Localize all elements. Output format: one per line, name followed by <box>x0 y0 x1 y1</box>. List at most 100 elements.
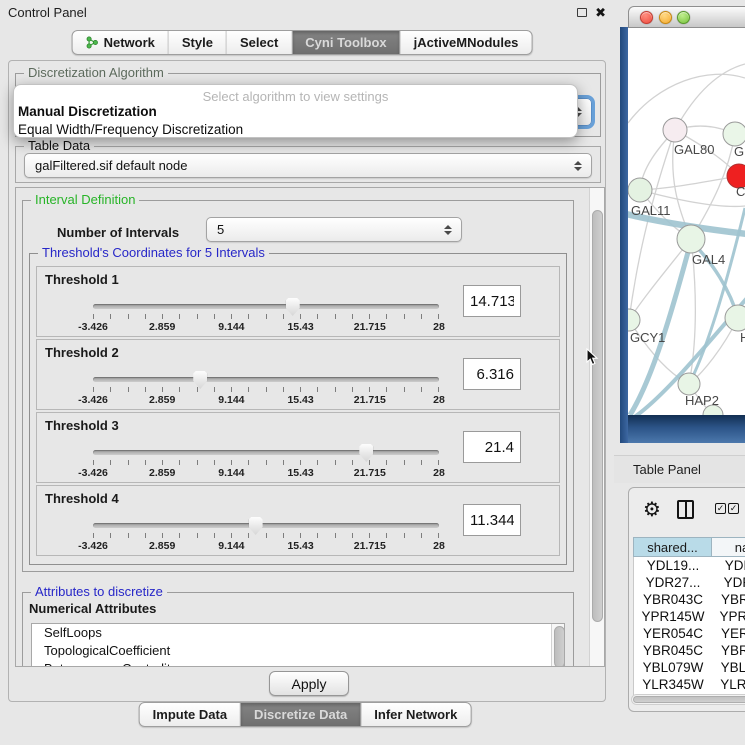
tick-mark <box>438 460 439 465</box>
tick-mark <box>352 533 353 538</box>
gear-icon[interactable]: ⚙ <box>643 497 661 522</box>
table-cell[interactable]: YER054C <box>634 625 712 642</box>
tick-mark <box>300 387 301 392</box>
tick-mark <box>248 460 249 465</box>
list-item[interactable]: BetweennessCentrality <box>32 660 564 667</box>
tab-label: Network <box>104 35 155 50</box>
table-cell[interactable]: YDR27... <box>634 574 712 591</box>
minimize-traffic-light-icon[interactable] <box>659 11 672 24</box>
columns-icon[interactable] <box>677 500 694 519</box>
table-cell[interactable]: YBR045C <box>712 642 745 659</box>
tab-network[interactable]: Network <box>73 31 169 54</box>
tick-mark <box>145 533 146 538</box>
slider-tick-labels: -3.4262.8599.14415.4321.71528 <box>93 467 439 480</box>
tab-jactivemnodules[interactable]: jActiveMNodules <box>401 31 532 54</box>
scrollbar-thumb[interactable] <box>554 626 565 667</box>
list-item[interactable]: TopologicalCoefficient <box>32 642 564 660</box>
float-window-icon[interactable] <box>577 8 587 17</box>
tick-mark <box>283 533 284 538</box>
table-row[interactable]: YPR145WYPR145W <box>634 608 745 625</box>
table-row[interactable]: YDL19...YDL19... <box>634 557 745 574</box>
table-row[interactable]: YBL079WYBL079W <box>634 659 745 676</box>
table-cell[interactable]: YPR145W <box>712 608 745 625</box>
tab-label: Discretize Data <box>254 707 347 722</box>
node-label: GCY1 <box>630 330 665 345</box>
scrollbar-thumb[interactable] <box>592 210 603 622</box>
tick-mark <box>197 460 198 465</box>
table-cell[interactable]: YLR345W <box>712 676 745 693</box>
slider-track[interactable] <box>93 450 439 455</box>
number-of-intervals-combobox[interactable]: 5 <box>206 217 462 242</box>
slider-track[interactable] <box>93 523 439 528</box>
tick-label: 15.43 <box>287 540 313 552</box>
dropdown-option-equal-width[interactable]: Equal Width/Frequency Discretization <box>18 122 243 137</box>
table-cell[interactable]: YDL19... <box>634 557 712 574</box>
slider-track[interactable] <box>93 304 439 309</box>
tab-cyni-toolbox[interactable]: Cyni Toolbox <box>292 31 400 54</box>
table-hscrollbar[interactable] <box>631 694 745 705</box>
table-cell[interactable]: YDL19... <box>712 557 745 574</box>
tick-mark <box>386 387 387 392</box>
tick-label: 9.144 <box>218 394 244 406</box>
tab-label: Style <box>182 35 213 50</box>
table-cell[interactable]: YBR043C <box>712 591 745 608</box>
list-item[interactable]: SelfLoops <box>32 624 564 642</box>
tick-mark <box>145 460 146 465</box>
table-row[interactable]: YBR045CYBR045C <box>634 642 745 659</box>
threshold-value-field[interactable] <box>463 358 521 390</box>
table-cell[interactable]: YBL079W <box>712 659 745 676</box>
tab-infer-network[interactable]: Infer Network <box>361 703 470 726</box>
table-row[interactable]: YBR043CYBR043C <box>634 591 745 608</box>
table-cell[interactable]: YDR27... <box>712 574 745 591</box>
tick-mark <box>162 314 163 319</box>
network-window-titlebar[interactable] <box>628 6 745 28</box>
table-cell[interactable]: YBL079W <box>634 659 712 676</box>
checkbox-icon[interactable]: ✓ <box>728 503 739 514</box>
tick-mark <box>197 533 198 538</box>
table-cell[interactable]: YER054C <box>712 625 745 642</box>
tick-mark <box>369 460 370 465</box>
close-traffic-light-icon[interactable] <box>640 11 653 24</box>
table-panel-title: Table Panel <box>633 462 701 477</box>
attributes-group: Attributes to discretize Numerical Attri… <box>22 592 574 667</box>
tick-mark <box>317 387 318 392</box>
table-cell[interactable]: YBR043C <box>634 591 712 608</box>
network-canvas[interactable]: GAL80 G C GAL11 GAL4 GCY1 H HAP2 <box>628 28 745 415</box>
threshold-value-field[interactable] <box>463 285 521 317</box>
interval-definition-group: Interval Definition Number of Intervals … <box>22 200 574 572</box>
tab-impute-data[interactable]: Impute Data <box>140 703 241 726</box>
close-icon[interactable]: ✖ <box>595 6 606 19</box>
dropdown-option-manual[interactable]: Manual Discretization <box>18 104 157 119</box>
zoom-traffic-light-icon[interactable] <box>677 11 690 24</box>
threshold-value-field[interactable] <box>463 504 521 536</box>
network-icon <box>86 36 99 49</box>
scrollbar-thumb[interactable] <box>633 696 745 703</box>
slider-ticks <box>93 460 439 467</box>
tab-select[interactable]: Select <box>227 31 292 54</box>
checkbox-icon[interactable]: ✓ <box>715 503 726 514</box>
threshold-value-field[interactable] <box>463 431 521 463</box>
column-header-shared-name[interactable]: shared... <box>634 538 712 556</box>
table-data-combobox[interactable]: galFiltered.sif default node <box>24 153 592 178</box>
node-g <box>723 122 745 146</box>
table-cell[interactable]: YPR145W <box>634 608 712 625</box>
table-row[interactable]: YDR27...YDR27... <box>634 574 745 591</box>
table-cell[interactable]: YLR345W <box>634 676 712 693</box>
tick-mark <box>266 460 267 465</box>
tab-discretize-data[interactable]: Discretize Data <box>241 703 361 726</box>
tick-mark <box>352 314 353 319</box>
tick-label: 2.859 <box>149 321 175 333</box>
column-header-name[interactable]: name <box>712 538 745 556</box>
table-panel-titlebar: Table Panel <box>614 455 745 483</box>
list-scrollbar[interactable] <box>551 624 564 667</box>
apply-button[interactable]: Apply <box>269 671 349 696</box>
tab-style[interactable]: Style <box>169 31 227 54</box>
network-window-frame-bottom <box>628 415 745 443</box>
table-cell[interactable]: YBR045C <box>634 642 712 659</box>
table-row[interactable]: YER054CYER054C <box>634 625 745 642</box>
slider-track[interactable] <box>93 377 439 382</box>
settings-scrollbar[interactable] <box>589 188 604 666</box>
tick-mark <box>317 460 318 465</box>
cyni-toolbox-panel: Discretization Algorithm Table Data galF… <box>8 60 606 702</box>
table-row[interactable]: YLR345WYLR345W <box>634 676 745 693</box>
